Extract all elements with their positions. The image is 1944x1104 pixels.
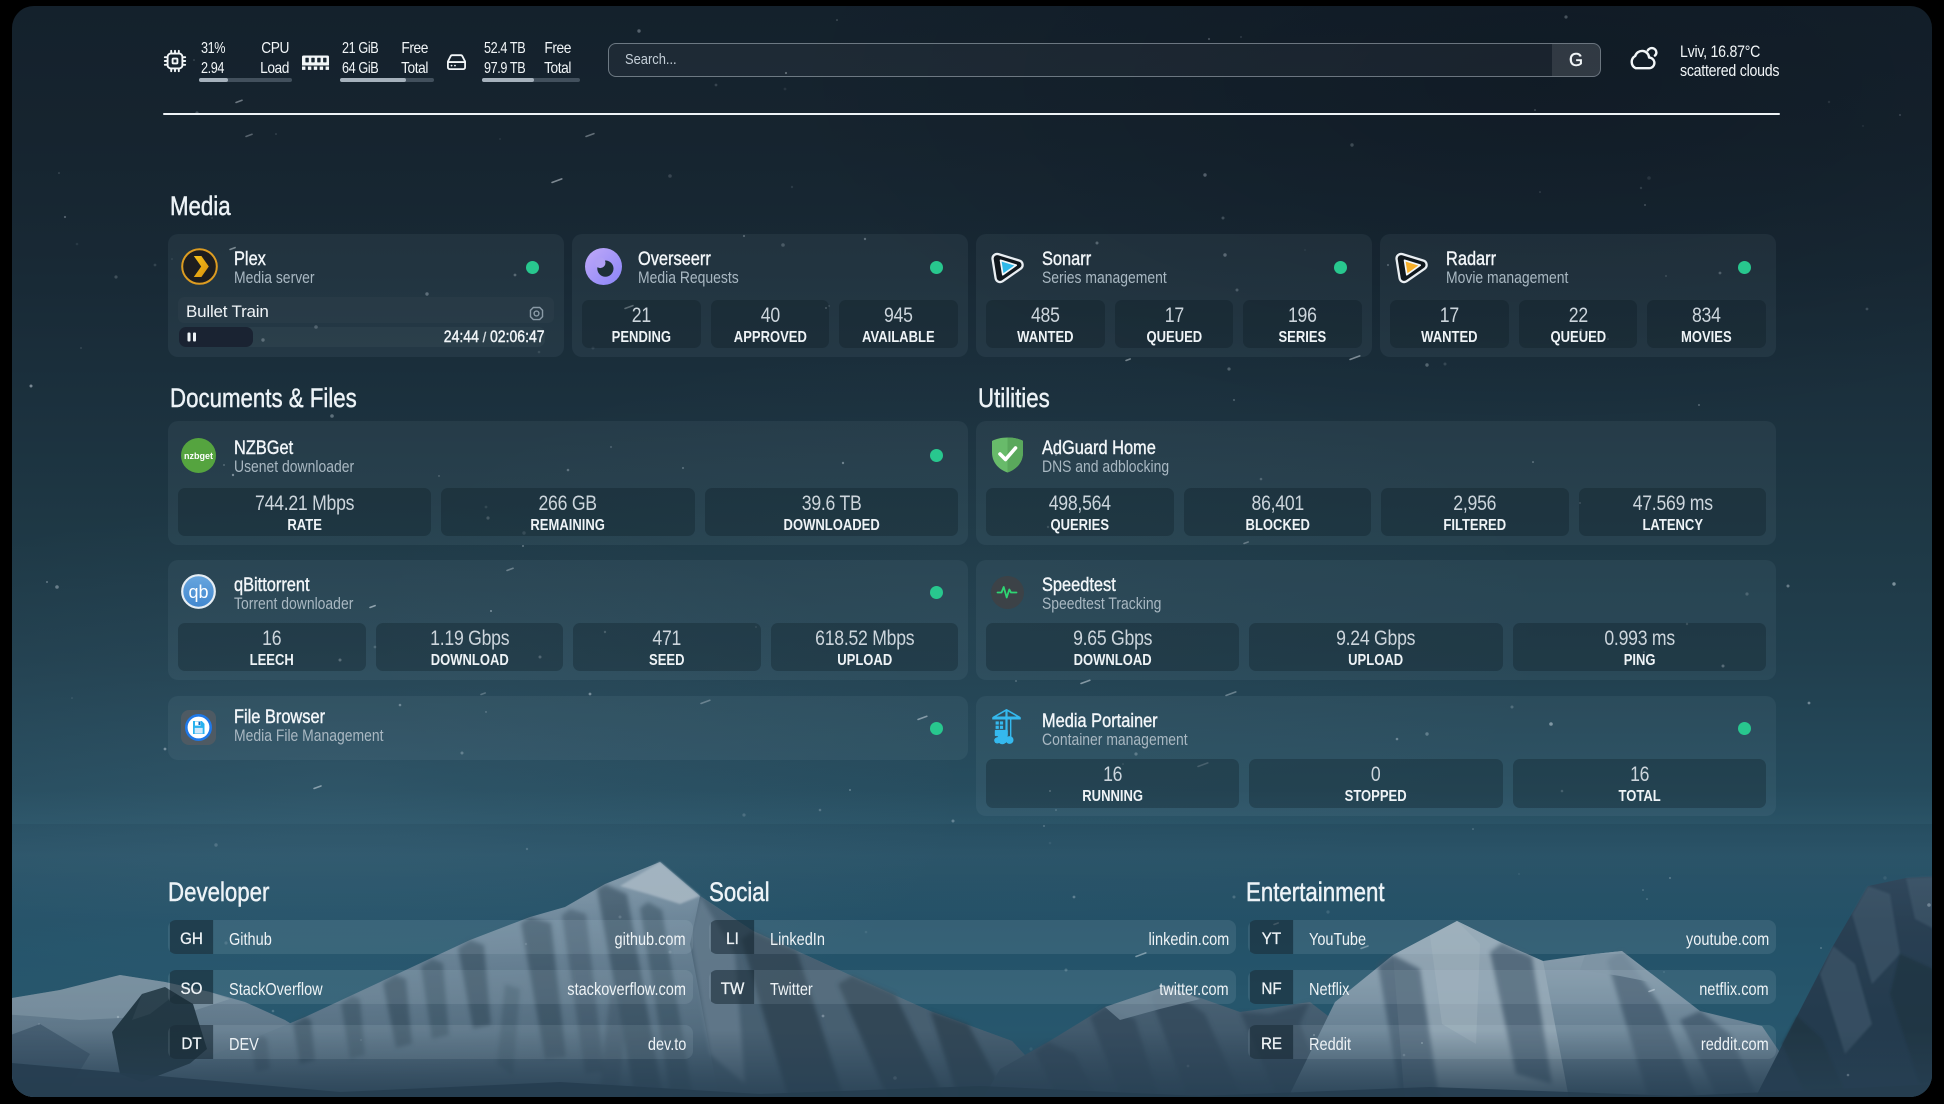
svg-text:nzbget: nzbget [184, 451, 213, 461]
svg-text:qb: qb [188, 582, 208, 602]
